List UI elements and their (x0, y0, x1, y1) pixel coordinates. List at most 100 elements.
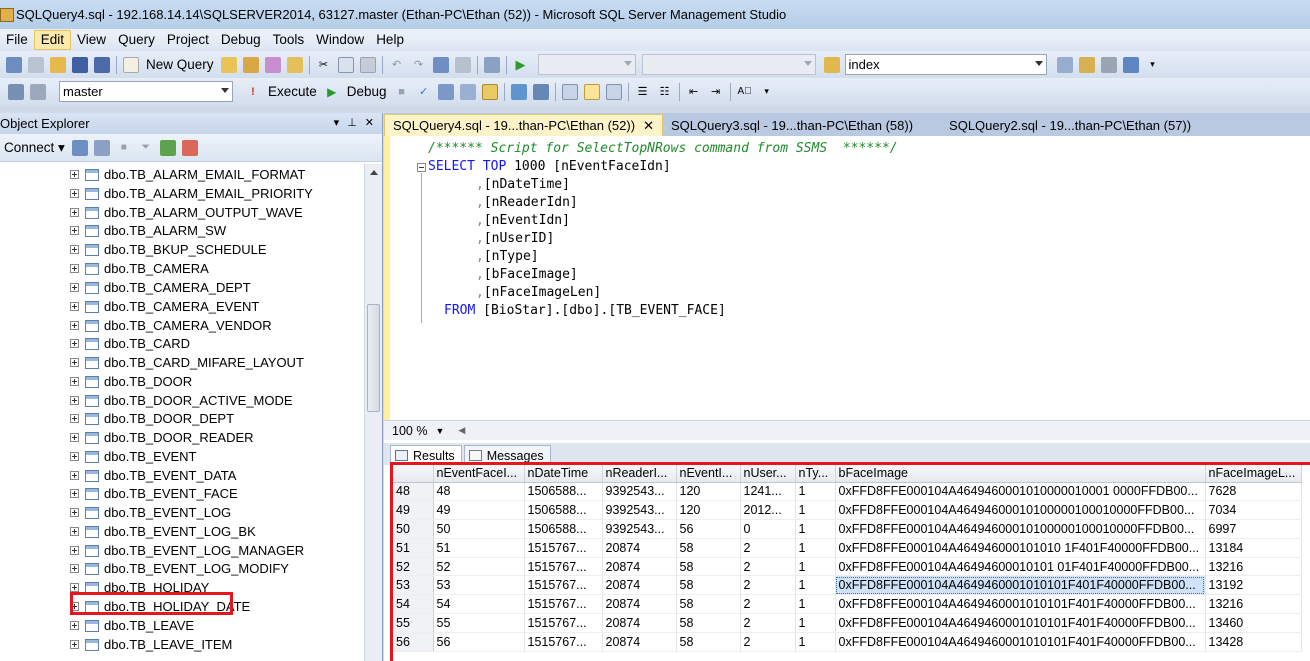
close-panel-icon[interactable]: ✕ (365, 116, 374, 129)
zoom-level[interactable]: 100 % (392, 424, 427, 438)
table-cell[interactable]: 2 (740, 557, 796, 577)
tree-item[interactable]: dbo.TB_BKUP_SCHEDULE (70, 240, 267, 259)
table-cell[interactable]: 58 (676, 594, 741, 615)
menu-window[interactable]: Window (310, 30, 370, 50)
decrease-indent-icon[interactable]: ⇤ (686, 84, 702, 100)
table-cell[interactable]: 2 (740, 613, 796, 633)
properties-icon[interactable] (1078, 56, 1095, 73)
uncomment-icon[interactable]: ☷ (657, 84, 673, 100)
new-project-icon[interactable] (6, 56, 22, 73)
change-connection-icon[interactable] (30, 83, 46, 100)
column-header[interactable]: bFaceImage (835, 465, 1206, 483)
table-cell[interactable]: 1 (795, 557, 836, 577)
column-header[interactable]: nDateTime (524, 465, 603, 483)
column-header[interactable]: nTy... (795, 465, 836, 483)
row-number[interactable]: 49 (393, 500, 434, 521)
tree-item[interactable]: dbo.TB_LEAVE_ITEM (70, 635, 232, 654)
table-cell[interactable]: 0xFFD8FFE000104A4649460001010101F401F400… (835, 613, 1206, 633)
mdx-query-icon[interactable] (264, 56, 281, 73)
tree-item[interactable]: dbo.TB_EVENT_DATA (70, 466, 236, 485)
table-cell[interactable]: 2 (740, 594, 796, 615)
estimated-plan-icon[interactable] (437, 83, 454, 100)
scroll-left-icon[interactable]: ◀ (458, 425, 465, 436)
tree-item[interactable]: dbo.TB_DOOR_ACTIVE_MODE (70, 391, 293, 410)
execute-button[interactable]: Execute (268, 84, 317, 99)
table-cell[interactable]: 20874 (602, 613, 677, 633)
expand-icon[interactable] (70, 433, 79, 442)
table-cell[interactable]: 1 (795, 575, 836, 596)
expand-icon[interactable] (70, 208, 79, 217)
expand-icon[interactable] (70, 640, 79, 649)
table-cell[interactable]: 20874 (602, 575, 677, 596)
navigate-icon[interactable] (432, 56, 449, 73)
expand-icon[interactable] (70, 358, 79, 367)
expand-icon[interactable] (70, 283, 79, 292)
table-row[interactable]: 52 52 1515767... 20874 58 2 1 0xFFD8FFE000104A4… (393, 557, 1302, 577)
new-query-button[interactable]: New Query (146, 57, 214, 72)
object-explorer-scrollbar[interactable] (364, 164, 382, 661)
table-row[interactable]: 55 55 1515767... 20874 58 2 1 0xFFD8FFE000104A4… (393, 613, 1302, 633)
tree-item[interactable]: dbo.TB_ALARM_OUTPUT_WAVE (70, 203, 303, 222)
table-cell[interactable]: 0xFFD8FFE000104A464946000101000001000100… (835, 500, 1206, 521)
tree-item[interactable]: dbo.TB_CARD (70, 334, 190, 353)
table-cell[interactable]: 20874 (602, 538, 677, 558)
table-cell[interactable]: 0xFFD8FFE000104A4649460001010000010001 0… (835, 482, 1206, 502)
find-in-files-icon[interactable] (823, 56, 840, 73)
table-cell[interactable]: 58 (676, 557, 741, 577)
scroll-up-icon[interactable] (370, 170, 378, 175)
table-cell[interactable]: 13428 (1205, 632, 1302, 652)
expand-icon[interactable] (70, 471, 79, 480)
expand-icon[interactable] (70, 414, 79, 423)
table-row[interactable]: 54 54 1515767... 20874 58 2 1 0xFFD8FFE000104A4… (393, 594, 1302, 615)
toolbox-icon[interactable] (1100, 56, 1117, 73)
parse-icon[interactable]: ✓ (416, 84, 432, 100)
actual-plan-icon[interactable] (510, 83, 527, 100)
query-designer-icon[interactable] (459, 83, 476, 100)
table-cell[interactable]: 120 (676, 482, 741, 502)
table-cell[interactable]: 2 (740, 538, 796, 558)
panel-menu-icon[interactable]: ▾ (334, 116, 340, 129)
table-cell[interactable]: 20874 (602, 557, 677, 577)
table-cell[interactable]: 1515767... (524, 575, 603, 596)
table-cell[interactable]: 1 (795, 519, 836, 539)
table-cell[interactable]: 55 (433, 613, 525, 633)
disconnect-icon[interactable] (93, 139, 110, 156)
table-cell[interactable]: 1515767... (524, 557, 603, 577)
menu-project[interactable]: Project (161, 30, 215, 50)
refresh-icon[interactable] (159, 139, 176, 156)
table-cell[interactable]: 1506588... (524, 482, 603, 502)
expand-icon[interactable] (70, 508, 79, 517)
table-cell[interactable]: 56 (676, 519, 741, 539)
expand-icon[interactable] (70, 564, 79, 573)
save-all-icon[interactable] (94, 56, 110, 73)
table-cell[interactable]: 51 (433, 538, 525, 558)
toolbar-options-icon[interactable]: ▾ (759, 84, 775, 100)
tree-item[interactable]: dbo.TB_EVENT_LOG_BK (70, 522, 256, 541)
stop-icon[interactable]: ■ (116, 140, 132, 156)
find-icon[interactable] (454, 56, 471, 73)
tab-sqlquery4[interactable]: SQLQuery4.sql - 19...than-PC\Ethan (52))… (384, 114, 663, 136)
start-debug-icon[interactable]: ▶ (513, 57, 529, 73)
table-cell[interactable]: 58 (676, 575, 741, 596)
table-cell[interactable]: 1515767... (524, 594, 603, 615)
solution-config-dropdown[interactable] (537, 54, 636, 75)
new-query-icon[interactable] (123, 56, 139, 73)
activity-monitor-icon[interactable] (483, 56, 500, 73)
solution-explorer-icon[interactable] (1056, 56, 1073, 73)
table-row[interactable]: 56 56 1515767... 20874 58 2 1 0xFFD8FFE000104A4… (393, 632, 1302, 652)
db-engine-query-icon[interactable] (220, 56, 237, 73)
table-cell[interactable]: 20874 (602, 594, 677, 615)
execute-icon[interactable]: ! (245, 84, 261, 100)
tree-item-event-face[interactable]: dbo.TB_EVENT_FACE (70, 484, 238, 503)
tree-item[interactable]: dbo.TB_EVENT_LOG_MANAGER (70, 541, 304, 560)
table-cell[interactable]: 1 (795, 482, 836, 502)
activity-icon[interactable] (181, 139, 198, 156)
table-cell[interactable]: 9392543... (602, 482, 677, 502)
expand-icon[interactable] (70, 452, 79, 461)
table-cell[interactable]: 49 (433, 500, 525, 521)
collapse-icon[interactable] (417, 163, 426, 172)
column-header[interactable]: nFaceImageL... (1205, 465, 1302, 483)
open-file-icon[interactable] (50, 56, 66, 73)
expand-icon[interactable] (70, 170, 79, 179)
cancel-query-icon[interactable]: ■ (394, 84, 410, 100)
